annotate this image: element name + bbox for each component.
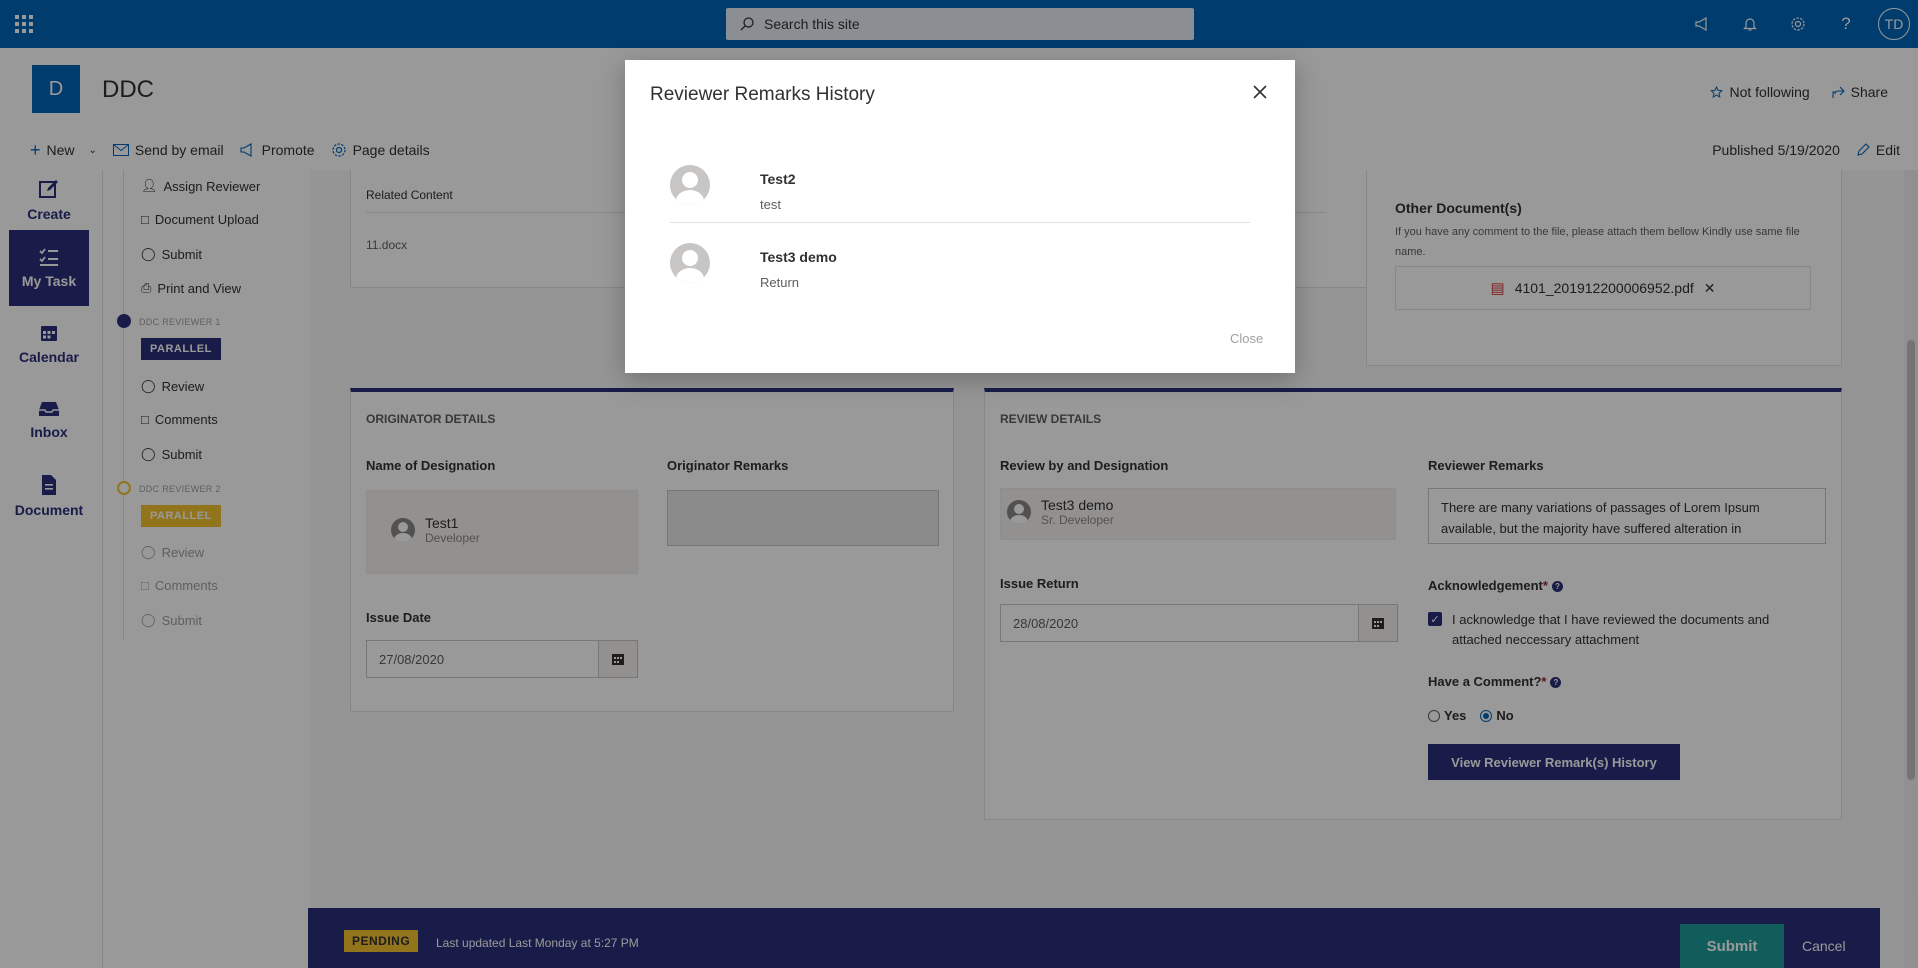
- remark-item: Test2 test: [670, 155, 1250, 223]
- dialog-title: Reviewer Remarks History: [650, 84, 875, 105]
- avatar: [670, 165, 710, 205]
- remark-text: test: [760, 197, 781, 212]
- remark-author: Test3 demo: [760, 249, 837, 265]
- avatar: [670, 243, 710, 283]
- remark-text: Return: [760, 275, 800, 290]
- remark-author: Test2: [760, 171, 796, 187]
- reviewer-remarks-history-dialog: Reviewer Remarks History Test2 test Test…: [625, 60, 1295, 373]
- dialog-close-button[interactable]: Close: [1230, 331, 1263, 346]
- remark-item: Test3 demo Return: [670, 233, 1250, 301]
- close-icon[interactable]: [1250, 82, 1270, 102]
